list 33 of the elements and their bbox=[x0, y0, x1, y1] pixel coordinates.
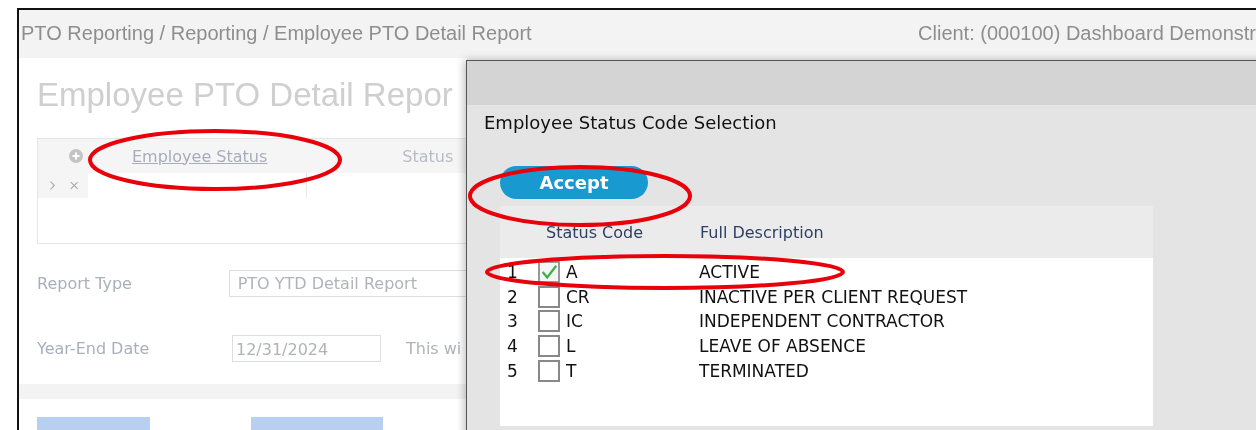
checkbox[interactable] bbox=[538, 261, 560, 284]
status-code: L bbox=[566, 336, 576, 357]
status-description: LEAVE OF ABSENCE bbox=[699, 336, 866, 357]
status-description: TERMINATED bbox=[699, 360, 809, 381]
status-description: INACTIVE PER CLIENT REQUEST bbox=[699, 286, 968, 307]
field-label: Report Type bbox=[37, 274, 133, 293]
status-code: IC bbox=[566, 311, 583, 332]
status-description: ACTIVE bbox=[699, 262, 760, 283]
checkbox[interactable] bbox=[538, 335, 560, 358]
row-number: 4 bbox=[506, 336, 519, 357]
date-field[interactable]: 12/31/2024 bbox=[232, 335, 381, 362]
column-header-link[interactable]: Employee Status bbox=[132, 146, 268, 166]
status-description: INDEPENDENT CONTRACTOR bbox=[699, 311, 945, 332]
report-type-select[interactable]: PTO YTD Detail Report bbox=[228, 270, 467, 297]
row-number: 3 bbox=[506, 311, 519, 332]
client-name: Client: (000100) Dashboard Demonstr bbox=[918, 21, 1256, 45]
row-number: 2 bbox=[506, 286, 519, 307]
breadcrumb: PTO Reporting / Reporting / Employee PTO Detail Report bbox=[21, 21, 532, 45]
checkbox[interactable] bbox=[538, 310, 560, 333]
row-number: 5 bbox=[506, 360, 519, 381]
status-code: CR bbox=[566, 286, 590, 307]
status-code: T bbox=[566, 360, 577, 381]
column-header: Status Code bbox=[546, 222, 644, 242]
close-icon[interactable] bbox=[69, 181, 79, 190]
field-label: Year-End Date bbox=[37, 339, 151, 358]
column-header: Full Description bbox=[700, 222, 824, 242]
checkbox[interactable] bbox=[538, 285, 560, 308]
checkbox[interactable] bbox=[538, 359, 560, 382]
status-code: A bbox=[566, 262, 578, 283]
chevron-right-icon[interactable] bbox=[49, 180, 57, 191]
column-header: Status bbox=[402, 146, 454, 166]
dialog-title: Employee Status Code Selection bbox=[484, 111, 778, 133]
field-note: This wi bbox=[406, 339, 462, 358]
